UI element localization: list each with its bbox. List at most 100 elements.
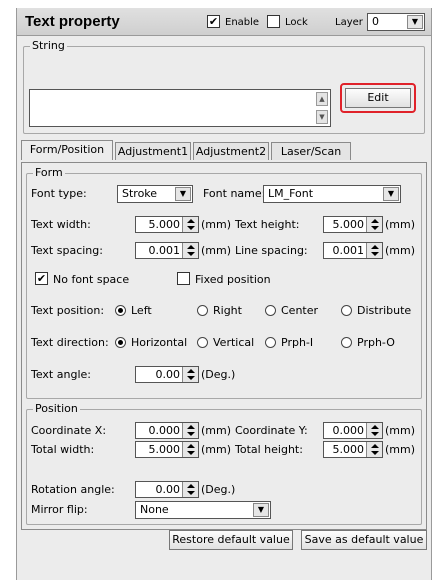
text-direction-horizontal-label: Horizontal xyxy=(131,336,188,349)
scroll-down-icon[interactable]: ▼ xyxy=(316,110,328,124)
restore-default-button[interactable]: Restore default value xyxy=(169,530,293,550)
lock-label: Lock xyxy=(285,17,308,28)
text-position-center-radio[interactable] xyxy=(265,305,276,316)
coordinate-y-input[interactable]: 0.000 xyxy=(323,422,383,439)
total-width-label: Total width: xyxy=(31,443,95,456)
coordinate-y-unit: (mm) xyxy=(385,424,416,437)
string-input[interactable]: ▲ ▼ xyxy=(29,89,331,127)
tab-adjustment2[interactable]: Adjustment2 xyxy=(193,142,269,160)
rotation-angle-input[interactable]: 0.00 xyxy=(135,481,199,498)
fixed-position-checkbox[interactable] xyxy=(177,272,190,285)
font-type-value: Stroke xyxy=(122,187,158,200)
enable-checkbox[interactable]: ✔ xyxy=(207,15,220,28)
text-direction-horizontal-radio[interactable] xyxy=(115,337,126,348)
text-property-panel: Text property ✔ Enable Lock Layer 0 ▼ St… xyxy=(16,8,432,580)
save-default-button[interactable]: Save as default value xyxy=(301,530,427,550)
text-width-label: Text width: xyxy=(31,218,91,231)
edit-button[interactable]: Edit xyxy=(345,88,411,108)
font-type-label: Font type: xyxy=(31,187,87,200)
coordinate-x-value: 0.000 xyxy=(148,424,181,437)
total-width-input[interactable]: 5.000 xyxy=(135,441,199,458)
no-font-space-checkbox[interactable]: ✔ xyxy=(35,272,48,285)
total-height-unit: (mm) xyxy=(385,443,416,456)
text-direction-prph-i-radio[interactable] xyxy=(265,337,276,348)
layer-select[interactable]: 0 ▼ xyxy=(367,13,425,31)
total-width-value: 5.000 xyxy=(148,443,181,456)
text-spacing-input[interactable]: 0.001 xyxy=(135,242,199,259)
coordinate-x-input[interactable]: 0.000 xyxy=(135,422,199,439)
edit-highlight: Edit xyxy=(340,83,416,113)
text-direction-vertical-label: Vertical xyxy=(213,336,255,349)
tab-strip: Form/Position Adjustment1 Adjustment2 La… xyxy=(21,140,427,164)
text-angle-input[interactable]: 0.00 xyxy=(135,366,199,383)
line-spacing-unit: (mm) xyxy=(385,244,416,257)
font-name-label: Font name: xyxy=(203,187,266,200)
font-type-select[interactable]: Stroke ▼ xyxy=(117,185,193,203)
position-group: Position Coordinate X: 0.000 (mm) Coordi… xyxy=(26,402,422,525)
chevron-down-icon[interactable]: ▼ xyxy=(407,15,423,29)
enable-label: Enable xyxy=(225,17,260,28)
text-position-left-label: Left xyxy=(131,304,152,317)
text-height-value: 5.000 xyxy=(332,218,365,231)
text-direction-vertical-radio[interactable] xyxy=(197,337,208,348)
mirror-flip-label: Mirror flip: xyxy=(31,503,88,516)
text-position-center-label: Center xyxy=(281,304,319,317)
total-width-unit: (mm) xyxy=(201,443,232,456)
text-height-unit: (mm) xyxy=(385,218,416,231)
mirror-flip-value: None xyxy=(140,503,169,516)
text-direction-prph-o-radio[interactable] xyxy=(341,337,352,348)
line-spacing-input[interactable]: 0.001 xyxy=(323,242,383,259)
string-group: String ▲ ▼ Edit xyxy=(23,39,425,134)
text-width-unit: (mm) xyxy=(201,218,232,231)
position-group-title: Position xyxy=(33,402,80,415)
text-position-right-radio[interactable] xyxy=(197,305,208,316)
spinner-icon[interactable] xyxy=(366,243,382,258)
text-angle-label: Text angle: xyxy=(31,368,91,381)
spinner-icon[interactable] xyxy=(366,423,382,438)
tab-content: Form Font type: Stroke ▼ Font name: LM_F… xyxy=(21,162,427,530)
spinner-icon[interactable] xyxy=(366,217,382,232)
text-spacing-value: 0.001 xyxy=(148,244,181,257)
tab-form-position[interactable]: Form/Position xyxy=(21,140,113,160)
fixed-position-label: Fixed position xyxy=(195,273,271,286)
font-name-select[interactable]: LM_Font ▼ xyxy=(263,185,401,203)
scroll-up-icon[interactable]: ▲ xyxy=(316,92,328,106)
rotation-angle-label: Rotation angle: xyxy=(31,483,115,496)
text-direction-label: Text direction: xyxy=(31,336,109,349)
coordinate-x-label: Coordinate X: xyxy=(31,424,107,437)
panel-title: Text property xyxy=(25,13,120,30)
coordinate-y-label: Coordinate Y: xyxy=(235,424,308,437)
spinner-icon[interactable] xyxy=(182,243,198,258)
title-bar: Text property ✔ Enable Lock Layer 0 ▼ xyxy=(17,8,431,36)
text-spacing-unit: (mm) xyxy=(201,244,232,257)
rotation-angle-value: 0.00 xyxy=(155,483,181,496)
text-width-value: 5.000 xyxy=(148,218,181,231)
line-spacing-label: Line spacing: xyxy=(235,244,308,257)
tab-laser-scan[interactable]: Laser/Scan xyxy=(271,142,351,160)
chevron-down-icon[interactable]: ▼ xyxy=(175,187,191,201)
spinner-icon[interactable] xyxy=(182,217,198,232)
text-height-input[interactable]: 5.000 xyxy=(323,216,383,233)
text-position-distribute-radio[interactable] xyxy=(341,305,352,316)
spinner-icon[interactable] xyxy=(182,442,198,457)
total-height-input[interactable]: 5.000 xyxy=(323,441,383,458)
text-width-input[interactable]: 5.000 xyxy=(135,216,199,233)
chevron-down-icon[interactable]: ▼ xyxy=(253,503,269,517)
mirror-flip-select[interactable]: None ▼ xyxy=(135,501,271,519)
text-angle-unit: (Deg.) xyxy=(201,368,236,381)
spinner-icon[interactable] xyxy=(182,423,198,438)
spinner-icon[interactable] xyxy=(366,442,382,457)
spinner-icon[interactable] xyxy=(182,482,198,497)
lock-checkbox[interactable] xyxy=(267,15,280,28)
chevron-down-icon[interactable]: ▼ xyxy=(383,187,399,201)
spinner-icon[interactable] xyxy=(182,367,198,382)
text-position-left-radio[interactable] xyxy=(115,305,126,316)
string-group-title: String xyxy=(30,39,67,52)
tab-adjustment1[interactable]: Adjustment1 xyxy=(115,142,191,160)
rotation-angle-unit: (Deg.) xyxy=(201,483,236,496)
no-font-space-label: No font space xyxy=(53,273,130,286)
coordinate-y-value: 0.000 xyxy=(332,424,365,437)
form-group: Form Font type: Stroke ▼ Font name: LM_F… xyxy=(26,166,422,399)
layer-label: Layer xyxy=(335,17,363,28)
text-height-label: Text height: xyxy=(235,218,300,231)
